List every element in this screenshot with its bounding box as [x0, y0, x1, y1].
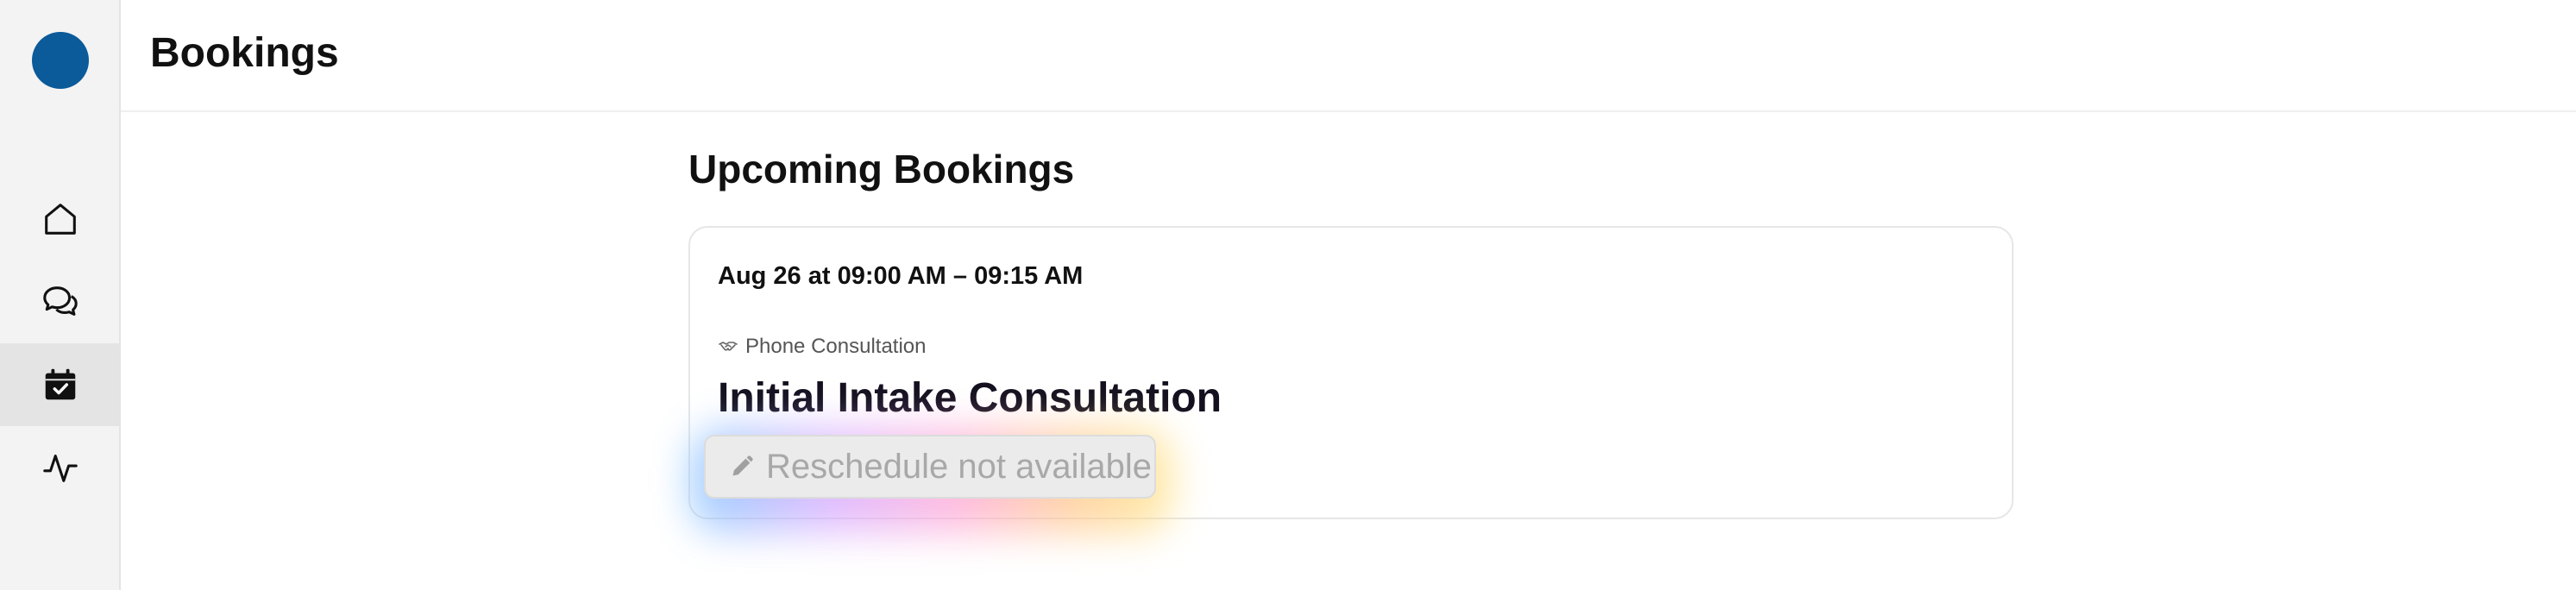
avatar[interactable] [32, 32, 89, 89]
activity-pulse-icon [43, 455, 78, 482]
booking-type: Phone Consultation [718, 333, 926, 361]
booking-title: Initial Intake Consultation [718, 375, 1222, 421]
sidebar-item-bookings[interactable] [0, 343, 121, 426]
page-title: Bookings [150, 30, 339, 76]
booking-card[interactable]: Aug 26 at 09:00 AM – 09:15 AM Phone Cons… [688, 226, 2014, 533]
reschedule-label: Reschedule not available [766, 448, 1152, 486]
sidebar [0, 0, 121, 590]
app: Bookings Upcoming Bookings Aug 26 at 09:… [0, 0, 2576, 590]
booking-type-label: Phone Consultation [745, 335, 927, 358]
section-title: Upcoming Bookings [688, 147, 1075, 191]
sidebar-item-activity[interactable] [0, 426, 121, 509]
header: Bookings [121, 0, 2576, 112]
sidebar-item-home[interactable] [0, 178, 121, 260]
sidebar-item-messages[interactable] [0, 260, 121, 343]
booking-time: Aug 26 at 09:00 AM – 09:15 AM [718, 262, 1084, 290]
chat-bubbles-icon [43, 286, 78, 316]
pencil-icon [732, 455, 753, 476]
handshake-icon [719, 342, 738, 351]
calendar-check-icon [45, 368, 76, 400]
home-icon [45, 204, 76, 235]
reschedule-button[interactable]: Reschedule not available [704, 435, 1156, 499]
